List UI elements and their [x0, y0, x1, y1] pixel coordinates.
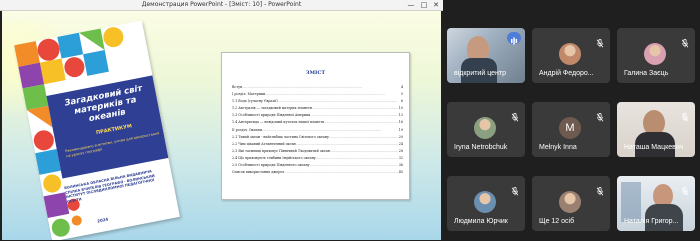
participant-avatar: M: [559, 117, 581, 139]
participant-avatar: [559, 191, 581, 213]
mic-muted-icon: [511, 107, 519, 122]
maximize-button[interactable]: □: [418, 0, 430, 10]
contents-row-page: 16: [398, 120, 403, 125]
contents-row-leader: ........................................…: [284, 170, 398, 175]
contents-row-text: 1.2 Австралія — загадковий материк плане…: [232, 106, 312, 111]
presentation-slide: Загадковий світ материків та океанів ПРА…: [2, 11, 441, 240]
contents-row-leader: ........................................…: [310, 113, 398, 118]
window-title: Демонстрация PowerPoint - [Зміст: 10] - …: [141, 1, 302, 8]
participant-tile[interactable]: Галина Заєць: [617, 28, 695, 83]
participant-avatar: [644, 43, 666, 65]
participant-avatar: [474, 117, 496, 139]
participant-tile[interactable]: M Melnyk Inna: [532, 102, 610, 157]
mic-muted-icon: [596, 181, 604, 196]
contents-row-page: 13: [398, 113, 403, 118]
contents-row-leader: ........................................…: [328, 134, 398, 139]
contents-row-leader: ........................................…: [295, 141, 398, 146]
contents-row-page: 4: [400, 85, 403, 89]
powerpoint-titlebar: Демонстрация PowerPoint - [Зміст: 10] - …: [0, 0, 443, 11]
participant-name: Melnyk Inna: [539, 144, 577, 151]
contents-row-leader: ........................................…: [329, 148, 398, 153]
contents-row: 2.2 Чим цікавий Атлантичний океан.......…: [232, 141, 403, 148]
participant-tile[interactable]: Людмила Юрчик: [447, 176, 525, 231]
participant-tile[interactable]: Андрій Федоро...: [532, 28, 610, 83]
participant-tile[interactable]: відкритий центр: [447, 28, 525, 83]
contents-row-page: 20: [398, 134, 403, 139]
participant-name: Галина Заєць: [624, 70, 669, 77]
participant-tile[interactable]: Iryna Netrobchuk: [447, 102, 525, 157]
contents-title: ЗМІСТ: [305, 70, 326, 76]
contents-row: Вступ...................................…: [232, 84, 403, 91]
participant-name: Андрій Федоро...: [539, 70, 594, 77]
mic-muted-icon: [511, 181, 519, 196]
contents-row-page: 5: [400, 92, 403, 97]
contents-row-text: 2.3 Які таємниці приховує Північний Льод…: [232, 148, 330, 153]
contents-row-text: 1.4 Антарктида — невідомий куточок нашої…: [232, 120, 325, 125]
contents-row: 2.4 Що приховують глибини Індійського ок…: [232, 155, 403, 162]
contents-row-leader: ........................................…: [315, 155, 398, 160]
contents-row-text: І розділ. Материки: [232, 92, 266, 97]
minimize-button[interactable]: —: [405, 0, 417, 10]
participant-name: Наталія Григор...: [624, 218, 679, 225]
participant-avatar: [559, 43, 581, 65]
mic-muted-icon: [596, 33, 604, 48]
contents-row: 2.1 Тихий океан - найглибша частина Світ…: [232, 134, 403, 141]
contents-row-page: 28: [398, 148, 403, 153]
contents-row-leader: ........................................…: [309, 163, 398, 168]
contents-row-leader: ........................................…: [324, 120, 398, 125]
speaking-indicator-icon: [507, 32, 521, 45]
contents-row-leader: ........................................…: [261, 127, 382, 132]
contents-row: 2.3 Які таємниці приховує Північний Льод…: [232, 148, 403, 155]
contents-row-text: Вступ: [232, 85, 243, 89]
contents-row: 1.3 Особливості природи Південної Америк…: [232, 112, 403, 119]
participant-name: Людмила Юрчик: [454, 218, 508, 225]
mic-muted-icon: [681, 181, 689, 196]
participant-avatar: [474, 191, 496, 213]
contents-row: 1.4 Антарктида — невідомий куточок нашої…: [232, 119, 403, 126]
contents-row-text: 2.2 Чим цікавий Атлантичний океан: [232, 141, 296, 146]
book-cover: Загадковий світ материків та океанів ПРА…: [14, 20, 180, 240]
participant-name: відкритий центр: [454, 70, 506, 77]
participant-name: Наташа Мацкевич: [624, 144, 684, 151]
contents-list: Вступ...................................…: [232, 84, 403, 176]
contents-row: ІІ розділ. Океани.......................…: [232, 127, 403, 134]
contents-row-text: 2.5 Особливості природи Південного океан…: [232, 163, 310, 168]
contents-row-leader: ........................................…: [242, 85, 362, 89]
contents-row-leader: ........................................…: [265, 92, 385, 97]
contents-row-text: 1.1 Вода (сучасну Євразії): [232, 99, 278, 104]
contents-row: 1.2 Австралія — загадковий материк плане…: [232, 105, 403, 112]
contents-row-text: 2.4 Що приховують глибини Індійського ок…: [232, 155, 316, 160]
participant-name: Iryna Netrobchuk: [454, 144, 508, 151]
contents-row-page: 19: [398, 127, 403, 132]
mic-muted-icon: [681, 107, 689, 122]
contents-row: 2.5 Особливості природи Південного океан…: [232, 162, 403, 169]
contents-row: Список використаних джерел..............…: [232, 169, 403, 176]
shared-screen: Демонстрация PowerPoint - [Зміст: 10] - …: [0, 0, 443, 241]
contents-row-page: 32: [398, 155, 403, 160]
contents-row: 1.1 Вода (сучасну Євразії)..............…: [232, 98, 403, 105]
contents-row: І розділ. Материки......................…: [232, 91, 403, 98]
participant-tile[interactable]: Наташа Мацкевич: [617, 102, 695, 157]
contents-page: ЗМІСТ Вступ.............................…: [221, 52, 410, 200]
contents-row-text: 1.3 Особливості природи Південної Америк…: [232, 113, 311, 118]
participant-name: Ще 12 осіб: [539, 218, 575, 225]
contents-row-leader: ........................................…: [312, 106, 398, 111]
contents-row-text: 2.1 Тихий океан - найглибша частина Світ…: [232, 134, 329, 139]
mic-muted-icon: [596, 107, 604, 122]
mic-muted-icon: [681, 33, 689, 48]
contents-row-page: 24: [398, 141, 403, 146]
contents-row-page: 40: [398, 170, 403, 175]
participant-tile[interactable]: Ще 12 осіб: [532, 176, 610, 231]
contents-row-page: 6: [400, 99, 403, 104]
contents-row-page: 10: [398, 106, 403, 111]
contents-row-page: 36: [398, 163, 403, 168]
contents-row-text: ІІ розділ. Океани: [232, 127, 262, 132]
contents-row-text: Список використаних джерел: [232, 170, 285, 175]
close-button[interactable]: ✕: [430, 0, 442, 10]
contents-row-leader: ........................................…: [277, 99, 398, 104]
participant-tile[interactable]: Наталія Григор...: [617, 176, 695, 231]
